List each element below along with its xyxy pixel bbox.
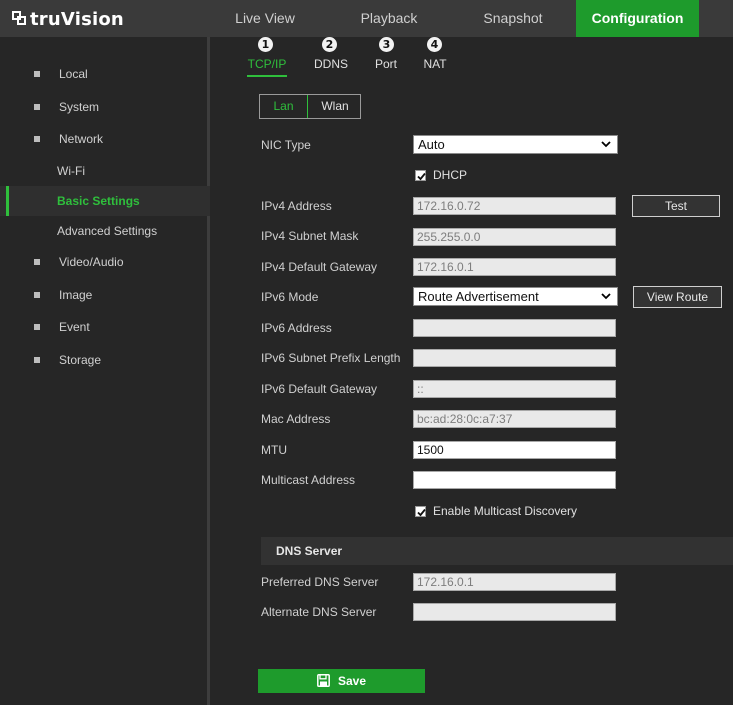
sidebar-item-label: Video/Audio	[59, 255, 124, 269]
sidebar-item-label: Network	[59, 132, 104, 146]
alternate-dns-field[interactable]	[413, 603, 616, 621]
ipv6-gateway-field[interactable]	[413, 380, 616, 398]
nic-type-value: Auto	[418, 137, 445, 152]
sidebar-item-label: Basic Settings	[57, 194, 140, 208]
mtu-field[interactable]	[413, 441, 616, 459]
sidebar-item-local[interactable]: Local	[0, 62, 210, 86]
tab-lan[interactable]: Lan	[260, 95, 308, 118]
nic-type-select[interactable]: Auto	[413, 135, 618, 154]
mac-address-label: Mac Address	[261, 412, 331, 426]
sidebar-item-label: System	[59, 100, 100, 114]
ipv6-address-label: IPv6 Address	[261, 321, 332, 335]
ipv6-mode-label: IPv6 Mode	[261, 290, 319, 304]
brand-logo: truVision	[12, 8, 124, 30]
chevron-down-icon	[601, 293, 611, 300]
view-route-button[interactable]: View Route	[633, 286, 722, 308]
bullet-icon	[34, 292, 40, 298]
top-nav-bar: truVision Live View Playback Snapshot Co…	[0, 0, 733, 37]
checkmark-icon	[417, 172, 426, 181]
sidebar-item-event[interactable]: Event	[0, 315, 210, 339]
ipv4-address-field[interactable]	[413, 197, 616, 215]
sidebar-item-wifi[interactable]: Wi-Fi	[0, 159, 210, 183]
subtab-tcpip[interactable]: TCP/IP	[247, 57, 287, 77]
ipv6-prefix-label: IPv6 Subnet Prefix Length	[261, 351, 401, 365]
logo-text: truVision	[30, 8, 124, 30]
subtab-nat[interactable]: NAT	[420, 57, 450, 77]
save-label: Save	[337, 674, 367, 688]
checkmark-icon	[417, 508, 426, 517]
ipv4-gateway-label: IPv4 Default Gateway	[261, 260, 378, 274]
multicast-address-label: Multicast Address	[261, 473, 356, 487]
tab-playback[interactable]: Playback	[334, 0, 444, 37]
bullet-icon	[34, 104, 40, 110]
subtab-underline	[247, 75, 287, 77]
tab-wlan[interactable]: Wlan	[310, 95, 360, 118]
sidebar-item-label: Image	[59, 288, 93, 302]
sidebar-item-system[interactable]: System	[0, 95, 210, 119]
chevron-down-icon	[601, 141, 611, 148]
tab-live-view[interactable]: Live View	[210, 0, 320, 37]
interface-tabs: Lan Wlan	[259, 94, 361, 119]
main-content: 1 2 3 4 TCP/IP DDNS Port NAT Lan Wlan NI…	[213, 37, 733, 705]
checkbox-box	[415, 170, 426, 181]
bullet-icon	[34, 324, 40, 330]
ipv4-gateway-field[interactable]	[413, 258, 616, 276]
mac-address-field[interactable]	[413, 410, 616, 428]
sidebar-item-network[interactable]: Network	[0, 127, 210, 151]
tab-configuration[interactable]: Configuration	[576, 0, 699, 37]
subtab-ddns[interactable]: DDNS	[311, 57, 351, 77]
ipv6-prefix-field[interactable]	[413, 349, 616, 367]
sidebar-item-advanced-settings[interactable]: Advanced Settings	[0, 219, 210, 243]
sidebar-item-image[interactable]: Image	[0, 283, 210, 307]
sidebar-item-label: Wi-Fi	[57, 164, 85, 178]
callout-badge-4: 4	[427, 37, 442, 52]
preferred-dns-field[interactable]	[413, 573, 616, 591]
sidebar-item-basic-settings[interactable]: Basic Settings	[0, 186, 210, 216]
sidebar-item-label: Advanced Settings	[57, 224, 158, 238]
multicast-address-field[interactable]	[413, 471, 616, 489]
callout-badge-3: 3	[379, 37, 394, 52]
sidebar-item-label: Local	[59, 67, 88, 81]
bullet-icon	[34, 357, 40, 363]
tab-snapshot[interactable]: Snapshot	[458, 0, 568, 37]
ipv4-address-label: IPv4 Address	[261, 199, 332, 213]
test-button[interactable]: Test	[632, 195, 720, 217]
subtab-label: TCP/IP	[247, 57, 287, 71]
bullet-icon	[34, 259, 40, 265]
floppy-disk-icon	[317, 674, 330, 687]
truvision-logo-icon	[12, 11, 28, 27]
ipv6-address-field[interactable]	[413, 319, 616, 337]
dhcp-label: DHCP	[433, 168, 468, 182]
ipv6-mode-value: Route Advertisement	[418, 289, 539, 304]
bullet-icon	[34, 136, 40, 142]
mtu-label: MTU	[261, 443, 287, 457]
sidebar-item-label: Storage	[59, 353, 102, 367]
callout-badge-1: 1	[258, 37, 273, 52]
nic-type-label: NIC Type	[261, 138, 311, 152]
sidebar-item-storage[interactable]: Storage	[0, 348, 210, 372]
ipv4-subnet-label: IPv4 Subnet Mask	[261, 229, 359, 243]
checkbox-box	[415, 506, 426, 517]
ipv6-gateway-label: IPv6 Default Gateway	[261, 382, 378, 396]
sidebar: Local System Network Wi-Fi Basic Setting…	[0, 37, 210, 705]
preferred-dns-label: Preferred DNS Server	[261, 575, 379, 589]
callout-badge-2: 2	[322, 37, 337, 52]
dns-server-header: DNS Server	[261, 537, 733, 565]
bullet-icon	[34, 71, 40, 77]
multicast-discovery-label: Enable Multicast Discovery	[433, 504, 578, 518]
subtab-port[interactable]: Port	[371, 57, 401, 77]
ipv4-subnet-field[interactable]	[413, 228, 616, 246]
sidebar-item-label: Event	[59, 320, 90, 334]
alternate-dns-label: Alternate DNS Server	[261, 605, 377, 619]
active-marker	[6, 186, 9, 216]
ipv6-mode-select[interactable]: Route Advertisement	[413, 287, 618, 306]
sidebar-item-video-audio[interactable]: Video/Audio	[0, 250, 210, 274]
save-button[interactable]: Save	[258, 669, 425, 693]
